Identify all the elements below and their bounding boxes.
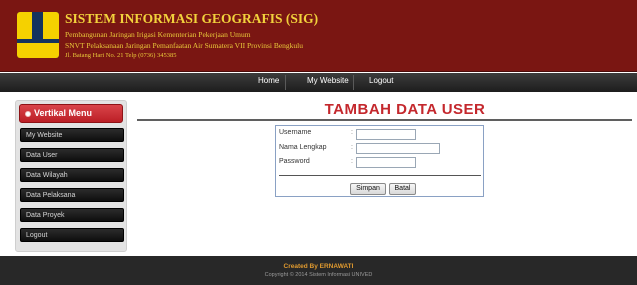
top-nav: Home My Website Logout	[0, 73, 637, 92]
form-divider	[279, 175, 481, 176]
page-title: TAMBAH DATA USER	[324, 101, 486, 118]
username-input[interactable]	[356, 129, 416, 140]
sidebar: Vertikal Menu My Website Data User Data …	[15, 100, 127, 252]
site-title: SISTEM INFORMASI GEOGRAFIS (SIG)	[65, 11, 319, 26]
site-header: SISTEM INFORMASI GEOGRAFIS (SIG) Pembang…	[0, 0, 637, 72]
nav-home[interactable]: Home	[258, 76, 279, 85]
nav-logout[interactable]: Logout	[369, 76, 393, 85]
footer-copyright: Copyright © 2014 Sistem Informasi UNIVED	[264, 272, 373, 278]
sidebar-item-logout[interactable]: Logout	[20, 228, 124, 242]
nav-separator	[285, 75, 286, 90]
sidebar-item-data-wilayah[interactable]: Data Wilayah	[20, 168, 124, 182]
footer-credit: Created By ERNAWATI	[283, 263, 354, 270]
add-user-form: Username : Nama Lengkap : Password : Sim…	[275, 125, 484, 197]
nav-my-website[interactable]: My Website	[307, 76, 349, 85]
sidebar-item-data-proyek[interactable]: Data Proyek	[20, 208, 124, 222]
site-footer: Created By ERNAWATI Copyright © 2014 Sis…	[0, 256, 637, 285]
password-input[interactable]	[356, 157, 416, 168]
sidebar-title: Vertikal Menu	[34, 108, 93, 118]
site-subtitle-2: SNVT Pelaksanaan Jaringan Pemanfaatan Ai…	[65, 41, 304, 50]
sidebar-item-my-website[interactable]: My Website	[20, 128, 124, 142]
password-colon: :	[351, 158, 353, 165]
site-address: Jl. Batang Hari No. 21 Telp (0736) 34538…	[65, 52, 177, 59]
batal-button[interactable]: Batal	[389, 183, 416, 195]
simpan-button[interactable]: Simpan	[350, 183, 386, 195]
sidebar-item-data-user[interactable]: Data User	[20, 148, 124, 162]
site-subtitle-1: Pembangunan Jaringan Irigasi Kementerian…	[65, 30, 251, 39]
sidebar-item-data-pelaksana[interactable]: Data Pelaksana	[20, 188, 124, 202]
nav-separator	[353, 75, 354, 90]
nama-lengkap-label: Nama Lengkap	[279, 144, 327, 151]
username-colon: :	[351, 129, 353, 136]
password-label: Password	[279, 158, 310, 165]
sidebar-header: Vertikal Menu	[19, 104, 123, 123]
nama-lengkap-input[interactable]	[356, 143, 440, 154]
username-label: Username	[279, 129, 312, 136]
title-divider	[137, 119, 632, 121]
kementerian-pu-logo	[17, 12, 59, 58]
bullet-icon	[25, 111, 31, 117]
nama-lengkap-colon: :	[351, 144, 353, 151]
